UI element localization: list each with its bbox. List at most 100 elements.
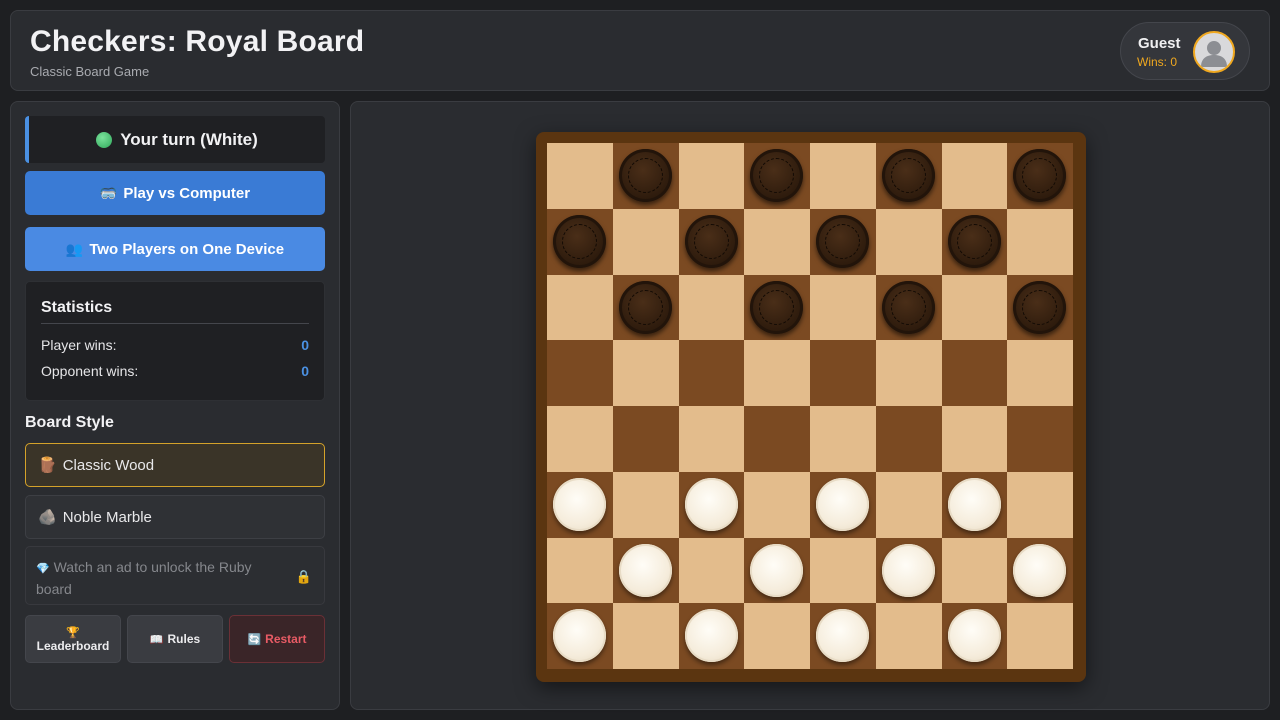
board-square[interactable]: [875, 603, 942, 669]
board-square[interactable]: [678, 340, 745, 406]
board-square[interactable]: [547, 143, 613, 209]
restart-button[interactable]: 🔄 Restart: [229, 615, 325, 663]
board-square[interactable]: [744, 471, 810, 538]
black-piece[interactable]: [1013, 149, 1067, 202]
board-square[interactable]: [941, 406, 1008, 472]
white-piece[interactable]: [750, 543, 804, 597]
board-square[interactable]: [941, 471, 1008, 538]
black-piece[interactable]: [618, 280, 672, 334]
black-piece[interactable]: [618, 149, 672, 202]
rules-button[interactable]: 📖 Rules: [127, 615, 223, 663]
black-piece[interactable]: [816, 214, 869, 268]
board-square[interactable]: [547, 208, 613, 275]
board-square[interactable]: [612, 274, 679, 341]
board-square[interactable]: [810, 603, 876, 669]
board-square[interactable]: [941, 537, 1008, 604]
white-piece[interactable]: [816, 609, 869, 663]
black-piece[interactable]: [881, 149, 935, 202]
play-vs-computer-button[interactable]: 🥽 Play vs Computer: [25, 171, 325, 215]
board-square[interactable]: [1007, 537, 1073, 604]
board-square[interactable]: [810, 143, 876, 209]
board-square[interactable]: [678, 208, 745, 275]
board-square[interactable]: [1007, 406, 1073, 472]
board-square[interactable]: [941, 603, 1008, 669]
board-square[interactable]: [744, 603, 810, 669]
black-piece[interactable]: [1013, 280, 1067, 334]
board-square[interactable]: [1007, 471, 1073, 538]
white-piece[interactable]: [553, 477, 606, 531]
white-piece[interactable]: [816, 477, 869, 531]
board-square[interactable]: [810, 208, 876, 275]
white-piece[interactable]: [684, 477, 738, 531]
board-square[interactable]: [941, 208, 1008, 275]
board-square[interactable]: [1007, 274, 1073, 341]
board-square[interactable]: [1007, 208, 1073, 275]
board-square[interactable]: [678, 603, 745, 669]
two-players-button[interactable]: 👥 Two Players on One Device: [25, 227, 325, 271]
board-square[interactable]: [875, 143, 942, 209]
board-square[interactable]: [547, 471, 613, 538]
board-square[interactable]: [547, 340, 613, 406]
white-piece[interactable]: [553, 609, 606, 663]
board-square[interactable]: [810, 340, 876, 406]
board-square[interactable]: [744, 143, 810, 209]
black-piece[interactable]: [947, 214, 1001, 268]
board-square[interactable]: [744, 340, 810, 406]
turn-text: Your turn (White): [120, 129, 258, 149]
white-piece[interactable]: [881, 543, 935, 597]
board-square[interactable]: [744, 406, 810, 472]
board-square[interactable]: [875, 274, 942, 341]
board-square[interactable]: [612, 208, 679, 275]
board-style-ruby-locked[interactable]: 💎 Watch an ad to unlock the Ruby board 🔒: [25, 546, 325, 605]
white-piece[interactable]: [947, 609, 1001, 663]
board-square[interactable]: [875, 537, 942, 604]
leaderboard-button[interactable]: 🏆 Leaderboard: [25, 615, 121, 663]
black-piece[interactable]: [750, 280, 804, 334]
board-square[interactable]: [875, 340, 942, 406]
white-piece[interactable]: [1013, 543, 1067, 597]
checkers-board[interactable]: [547, 143, 1073, 669]
board-square[interactable]: [810, 537, 876, 604]
board-square[interactable]: [875, 471, 942, 538]
board-square[interactable]: [810, 406, 876, 472]
board-square[interactable]: [678, 537, 745, 604]
board-square[interactable]: [547, 406, 613, 472]
black-piece[interactable]: [684, 214, 738, 268]
white-piece[interactable]: [618, 543, 672, 597]
board-square[interactable]: [612, 537, 679, 604]
user-avatar-icon[interactable]: [1193, 31, 1235, 73]
board-square[interactable]: [1007, 603, 1073, 669]
board-square[interactable]: [875, 406, 942, 472]
board-square[interactable]: [744, 208, 810, 275]
board-style-classic-wood[interactable]: 🪵 Classic Wood: [25, 443, 325, 487]
board-square[interactable]: [941, 340, 1008, 406]
white-piece[interactable]: [947, 477, 1001, 531]
board-square[interactable]: [678, 143, 745, 209]
board-square[interactable]: [547, 603, 613, 669]
board-square[interactable]: [612, 143, 679, 209]
board-square[interactable]: [1007, 340, 1073, 406]
board-square[interactable]: [744, 537, 810, 604]
board-square[interactable]: [612, 340, 679, 406]
board-square[interactable]: [1007, 143, 1073, 209]
board-style-noble-marble[interactable]: 🪨 Noble Marble: [25, 495, 325, 539]
white-piece[interactable]: [684, 609, 738, 663]
board-square[interactable]: [547, 274, 613, 341]
board-square[interactable]: [810, 274, 876, 341]
board-square[interactable]: [612, 471, 679, 538]
board-square[interactable]: [678, 406, 745, 472]
board-square[interactable]: [547, 537, 613, 604]
board-square[interactable]: [612, 406, 679, 472]
board-square[interactable]: [678, 471, 745, 538]
board-square[interactable]: [875, 208, 942, 275]
board-square[interactable]: [941, 143, 1008, 209]
user-profile[interactable]: Guest Wins: 0: [1120, 22, 1250, 80]
black-piece[interactable]: [553, 214, 606, 268]
board-square[interactable]: [612, 603, 679, 669]
board-square[interactable]: [744, 274, 810, 341]
board-square[interactable]: [810, 471, 876, 538]
black-piece[interactable]: [881, 280, 935, 334]
board-square[interactable]: [941, 274, 1008, 341]
black-piece[interactable]: [750, 149, 804, 202]
board-square[interactable]: [678, 274, 745, 341]
